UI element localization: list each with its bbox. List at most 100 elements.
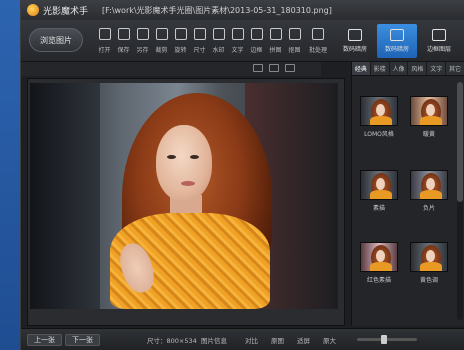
app-window: 光影魔术手 [F:\work\光影魔术手光圈\图片素材\2013-05-31_1… xyxy=(20,0,464,350)
text-button[interactable]: 文字 xyxy=(228,24,247,58)
collage-icon xyxy=(269,28,282,40)
tool-label: 旋转 xyxy=(174,47,187,54)
tab-studio[interactable]: 影楼 xyxy=(371,62,390,75)
open-button[interactable]: 打开 xyxy=(95,24,114,58)
zoom-slider[interactable] xyxy=(357,335,417,344)
effect-label: 负片 xyxy=(422,205,435,212)
effect-label: 黄色调 xyxy=(419,277,438,284)
title-bar: 光影魔术手 [F:\work\光影魔术手光圈\图片素材\2013-05-31_1… xyxy=(21,0,464,20)
effect-item[interactable]: 素描 xyxy=(360,170,402,212)
tool-label: 文字 xyxy=(231,47,244,54)
prev-image-button[interactable]: 上一张 xyxy=(27,334,62,346)
save-icon xyxy=(117,28,130,40)
effects-grid: LOMO风格 暖黄 素描 负片 红色素描 黄色调 xyxy=(352,80,456,326)
camera-icon xyxy=(390,29,404,41)
mode-tabs: 数码暗房 数码暗房 边框图层 xyxy=(333,24,459,58)
layers-icon xyxy=(432,29,446,41)
folder-icon xyxy=(98,28,111,40)
undo-icon[interactable] xyxy=(253,64,263,72)
resize-button[interactable]: 尺寸 xyxy=(190,24,209,58)
photo-preview xyxy=(30,83,338,309)
effect-item[interactable]: 暖黄 xyxy=(410,96,452,138)
zoom-slider-knob[interactable] xyxy=(381,335,387,344)
effects-panel: 经典 影楼 人像 风格 文字 其它 LOMO风格 暖黄 素描 负片 红色素描 黄… xyxy=(351,62,464,326)
redo-icon[interactable] xyxy=(269,64,279,72)
panel-scrollbar[interactable] xyxy=(457,82,463,320)
save-as-button[interactable]: 另存 xyxy=(133,24,152,58)
next-image-button[interactable]: 下一张 xyxy=(65,334,100,346)
image-size-text: 尺寸：800×534 xyxy=(147,337,197,345)
tab-classic[interactable]: 经典 xyxy=(352,62,371,75)
tool-list: 打开 保存 另存 裁剪 旋转 尺寸 水印 文字 边框 拼图 抠图 批处理 xyxy=(95,24,332,58)
original-button[interactable]: 原图 xyxy=(271,335,284,345)
batch-button[interactable]: 批处理 xyxy=(304,24,332,58)
rotate-button[interactable]: 旋转 xyxy=(171,24,190,58)
effect-item[interactable]: 红色素描 xyxy=(360,242,402,284)
save-button[interactable]: 保存 xyxy=(114,24,133,58)
effect-thumbnail xyxy=(360,170,398,200)
effect-label: 素描 xyxy=(372,205,385,212)
darkroom-icon xyxy=(348,29,362,41)
batch-icon xyxy=(312,28,324,40)
fit-screen-button[interactable]: 适屏 xyxy=(297,335,310,345)
effect-item[interactable]: LOMO风格 xyxy=(360,96,402,138)
compare-button[interactable]: 对比 xyxy=(245,335,258,345)
browse-images-button[interactable]: 浏览图片 xyxy=(29,28,83,52)
effect-item[interactable]: 负片 xyxy=(410,170,452,212)
tool-label: 边框 xyxy=(250,47,263,54)
mode-label: 数码暗房 xyxy=(384,46,409,53)
panel-tabs: 经典 影楼 人像 风格 文字 其它 xyxy=(352,62,464,76)
effect-thumbnail xyxy=(410,242,448,272)
tool-label: 拼图 xyxy=(269,47,282,54)
image-canvas[interactable] xyxy=(27,78,345,326)
resize-icon xyxy=(193,28,206,40)
actual-size-button[interactable]: 原大 xyxy=(323,335,336,345)
effect-thumbnail xyxy=(360,96,398,126)
main-toolbar: 浏览图片 打开 保存 另存 裁剪 旋转 尺寸 水印 文字 边框 拼图 抠图 批处… xyxy=(21,20,464,62)
tab-portrait[interactable]: 人像 xyxy=(390,62,409,75)
mode-label: 数码暗房 xyxy=(342,46,367,53)
rotate-icon xyxy=(174,28,187,40)
tool-label: 裁剪 xyxy=(155,47,168,54)
photo-face xyxy=(156,125,212,201)
effect-thumbnail xyxy=(410,96,448,126)
crop-icon xyxy=(155,28,168,40)
photo-eye-left xyxy=(167,155,176,159)
app-name: 光影魔术手 xyxy=(43,6,89,17)
tab-text[interactable]: 文字 xyxy=(427,62,447,75)
mode-tab-layers[interactable]: 边框图层 xyxy=(419,24,459,58)
app-logo-icon xyxy=(27,4,39,16)
photo-eye-right xyxy=(190,155,199,159)
save-as-icon xyxy=(136,28,149,40)
frame-button[interactable]: 边框 xyxy=(247,24,266,58)
cutout-icon xyxy=(288,28,301,40)
crop-button[interactable]: 裁剪 xyxy=(152,24,171,58)
tool-label: 抠图 xyxy=(288,47,301,54)
mode-tab-darkroom[interactable]: 数码暗房 xyxy=(335,24,375,58)
tool-label: 保存 xyxy=(117,47,130,54)
restore-icon[interactable] xyxy=(285,64,295,72)
tab-style[interactable]: 风格 xyxy=(408,62,428,75)
effect-thumbnail xyxy=(360,242,398,272)
effect-thumbnail xyxy=(410,170,448,200)
photo-bg-left xyxy=(30,83,100,309)
tool-label: 水印 xyxy=(212,47,225,54)
collage-button[interactable]: 拼图 xyxy=(266,24,285,58)
tool-label: 批处理 xyxy=(308,47,327,54)
status-bar: 上一张 下一张 尺寸：800×534 图片信息 对比 原图 适屏 原大 xyxy=(21,328,464,350)
text-icon xyxy=(231,28,244,40)
mode-tab-camera[interactable]: 数码暗房 xyxy=(377,24,417,58)
tool-label: 尺寸 xyxy=(193,47,206,54)
watermark-icon xyxy=(212,28,225,40)
effect-label: 红色素描 xyxy=(366,277,391,284)
tool-label: 打开 xyxy=(98,47,111,54)
effect-item[interactable]: 黄色调 xyxy=(410,242,452,284)
tab-other[interactable]: 其它 xyxy=(446,62,464,75)
photo-lips xyxy=(181,181,195,186)
cutout-button[interactable]: 抠图 xyxy=(285,24,304,58)
mode-label: 边框图层 xyxy=(426,46,451,53)
scrollbar-thumb[interactable] xyxy=(457,82,463,202)
image-info-button[interactable]: 图片信息 xyxy=(201,335,227,345)
edit-subbar xyxy=(21,62,321,76)
watermark-button[interactable]: 水印 xyxy=(209,24,228,58)
